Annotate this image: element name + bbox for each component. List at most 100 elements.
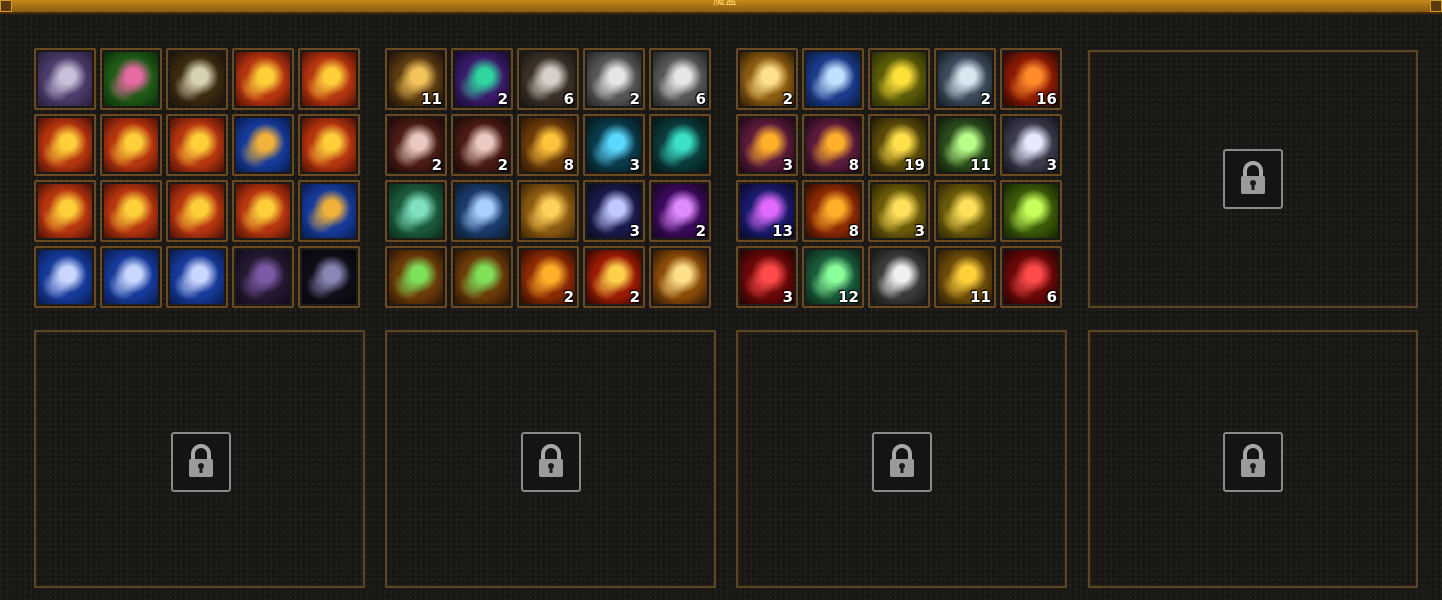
item-slot[interactable] [1000, 180, 1062, 242]
item-slot[interactable]: 6 [1000, 246, 1062, 308]
item-slot[interactable] [649, 246, 711, 308]
gold-ornament-icon [170, 118, 224, 172]
item-slot[interactable] [166, 114, 228, 176]
item-slot[interactable] [232, 114, 294, 176]
gold-ornament-icon [170, 184, 224, 238]
title-bar: 魔盒 [0, 0, 1442, 14]
gold-ornament-icon [236, 52, 290, 106]
item-slot[interactable] [34, 48, 96, 110]
green-chest-icon [389, 184, 443, 238]
item-slot[interactable] [166, 48, 228, 110]
item-slot[interactable] [34, 246, 96, 308]
item-slot[interactable]: 2 [385, 114, 447, 176]
item-slot[interactable]: 2 [451, 114, 513, 176]
item-slot[interactable]: 2 [583, 246, 645, 308]
item-slot[interactable] [298, 180, 360, 242]
item-slot[interactable]: 2 [451, 48, 513, 110]
gold-ornament-icon [302, 118, 356, 172]
item-slot[interactable]: 11 [934, 246, 996, 308]
gold-ornament-icon [236, 184, 290, 238]
item-slot[interactable]: 11 [385, 48, 447, 110]
item-slot[interactable] [100, 48, 162, 110]
item-slot[interactable] [232, 246, 294, 308]
item-slot[interactable] [166, 246, 228, 308]
item-count: 12 [838, 288, 859, 306]
item-count: 3 [629, 222, 640, 240]
item-slot[interactable]: 8 [802, 180, 864, 242]
gold-treasure-chest-icon [521, 184, 575, 238]
item-slot[interactable] [298, 246, 360, 308]
item-slot[interactable] [868, 48, 930, 110]
item-slot[interactable]: 11 [934, 114, 996, 176]
item-count: 2 [629, 288, 640, 306]
locked-bag-slot[interactable] [736, 330, 1067, 588]
item-slot[interactable]: 3 [1000, 114, 1062, 176]
item-slot[interactable]: 13 [736, 180, 798, 242]
blue-ornament-icon [302, 184, 356, 238]
item-slot[interactable] [802, 48, 864, 110]
item-slot[interactable]: 6 [649, 48, 711, 110]
item-slot[interactable] [166, 180, 228, 242]
item-slot[interactable] [100, 180, 162, 242]
item-slot[interactable] [34, 180, 96, 242]
item-slot[interactable]: 2 [517, 246, 579, 308]
item-count: 2 [629, 90, 640, 108]
item-slot[interactable]: 8 [802, 114, 864, 176]
inventory-panel: 11 2 6 2 6 2 2 8 3 3 2 2 2 2 2 16 3 8 19 11 3 13 8 3 3 12 11 6 [0, 14, 1442, 600]
item-slot[interactable] [34, 114, 96, 176]
item-slot[interactable] [385, 246, 447, 308]
item-slot[interactable]: 8 [517, 114, 579, 176]
pink-gem-pendant-icon [104, 52, 158, 106]
locked-bag-slot[interactable] [34, 330, 365, 588]
item-slot[interactable]: 16 [1000, 48, 1062, 110]
item-count: 3 [782, 288, 793, 306]
item-slot[interactable] [517, 180, 579, 242]
item-slot[interactable] [232, 48, 294, 110]
item-slot[interactable]: 3 [868, 180, 930, 242]
item-slot[interactable] [100, 246, 162, 308]
window-title: 魔盒 [712, 0, 737, 7]
item-slot[interactable] [934, 180, 996, 242]
lock-icon [872, 432, 932, 492]
blue-chest-icon [455, 184, 509, 238]
necklace-icon [38, 52, 92, 106]
item-count: 8 [563, 156, 574, 174]
locked-bag-slot[interactable] [385, 330, 716, 588]
item-count: 2 [980, 90, 991, 108]
locked-bag-slot[interactable] [1088, 330, 1418, 588]
item-count: 16 [1036, 90, 1057, 108]
green-egg-icon [1004, 184, 1058, 238]
item-slot[interactable] [385, 180, 447, 242]
item-slot[interactable]: 3 [736, 246, 798, 308]
item-count: 6 [1046, 288, 1057, 306]
item-slot[interactable]: 19 [868, 114, 930, 176]
item-slot[interactable] [451, 180, 513, 242]
card-bundle-icon [653, 250, 707, 304]
item-slot[interactable]: 3 [736, 114, 798, 176]
item-slot[interactable] [868, 246, 930, 308]
item-slot[interactable]: 2 [934, 48, 996, 110]
palace-scroll-icon [806, 52, 860, 106]
item-slot[interactable]: 2 [736, 48, 798, 110]
item-slot[interactable] [100, 114, 162, 176]
item-count: 3 [1046, 156, 1057, 174]
item-slot[interactable] [451, 246, 513, 308]
item-slot[interactable] [298, 114, 360, 176]
item-slot[interactable]: 3 [583, 114, 645, 176]
item-count: 3 [914, 222, 925, 240]
item-count: 19 [904, 156, 925, 174]
teal-rune-disc-icon [653, 118, 707, 172]
gold-ornament-icon [302, 52, 356, 106]
item-slot[interactable]: 2 [649, 180, 711, 242]
item-slot[interactable] [649, 114, 711, 176]
item-count: 8 [848, 156, 859, 174]
locked-bag-slot[interactable] [1088, 50, 1418, 308]
item-slot[interactable]: 2 [583, 48, 645, 110]
gold-ornament-icon [38, 184, 92, 238]
item-count: 2 [782, 90, 793, 108]
item-slot[interactable]: 12 [802, 246, 864, 308]
item-slot[interactable] [298, 48, 360, 110]
item-slot[interactable]: 3 [583, 180, 645, 242]
item-slot[interactable]: 6 [517, 48, 579, 110]
item-slot[interactable] [232, 180, 294, 242]
